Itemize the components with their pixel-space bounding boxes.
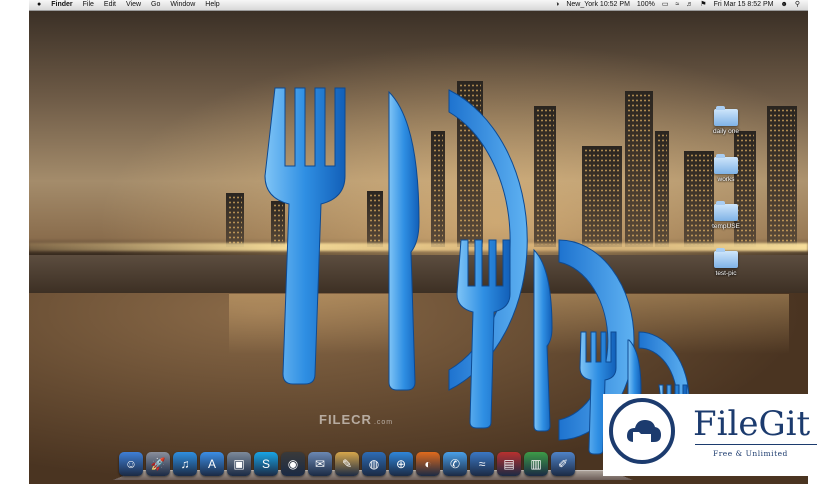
dock-stocks-icon[interactable]: ▥ <box>524 452 548 476</box>
dock: ☺ 🚀 ♫ A ▣ S ◉ ✉ ✎ ◍ ⊕ ◐ ✆ ≈ ▤ ▥ ✐ <box>113 450 633 480</box>
flag-icon[interactable]: ⚑ <box>700 0 706 10</box>
filegit-tagline: Free & Unlimited <box>713 449 788 458</box>
fork-large-icon <box>264 87 346 385</box>
filegit-name: FileGit <box>693 404 811 444</box>
knife-medium-icon <box>533 248 553 432</box>
spotlight-icon[interactable]: ⚲ <box>795 0 800 10</box>
knife-icon <box>388 90 420 391</box>
dock-pencil-app-icon[interactable]: ✎ <box>335 452 359 476</box>
menu-file[interactable]: File <box>83 0 94 10</box>
menu-bar: ● Finder File Edit View Go Window Help ◑… <box>29 0 808 11</box>
cloud-folder-icon <box>627 420 661 442</box>
user-icon[interactable]: ☻ <box>780 0 787 10</box>
menu-clock[interactable]: Fri Mar 15 8:52 PM <box>714 0 774 10</box>
dock-firefox-icon[interactable]: ◐ <box>416 452 440 476</box>
dock-mail-icon[interactable]: ✉ <box>308 452 332 476</box>
dock-icons: ☺ 🚀 ♫ A ▣ S ◉ ✉ ✎ ◍ ⊕ ◐ ✆ ≈ ▤ ▥ ✐ <box>119 452 575 476</box>
filegit-divider <box>695 444 817 445</box>
filegit-badge: FileGit Free & Unlimited <box>603 394 819 476</box>
watermark-brand: FILECR <box>319 412 372 427</box>
clock-extra-icon[interactable]: ◑ <box>555 0 559 10</box>
dock-app-store-icon[interactable]: A <box>200 452 224 476</box>
dock-messages-icon[interactable]: ✆ <box>443 452 467 476</box>
apple-menu-icon[interactable]: ● <box>37 0 41 10</box>
dock-dashboard-icon[interactable]: ◉ <box>281 452 305 476</box>
menu-view[interactable]: View <box>126 0 141 10</box>
dock-finder-icon[interactable]: ☺ <box>119 452 143 476</box>
world-clock[interactable]: New_York 10:52 PM <box>566 0 630 10</box>
dock-network-icon[interactable]: ≈ <box>470 452 494 476</box>
wifi-icon[interactable]: ≈ <box>675 0 679 10</box>
dock-preview-icon[interactable]: ▣ <box>227 452 251 476</box>
menu-app-name[interactable]: Finder <box>51 0 72 10</box>
dock-google-earth-icon[interactable]: ◍ <box>362 452 386 476</box>
dock-pdf-icon[interactable]: ▤ <box>497 452 521 476</box>
battery-icon[interactable]: ▭ <box>662 0 669 10</box>
dock-safari-icon[interactable]: ⊕ <box>389 452 413 476</box>
menu-go[interactable]: Go <box>151 0 160 10</box>
battery-status[interactable]: 100% <box>637 0 655 10</box>
dock-launchpad-icon[interactable]: 🚀 <box>146 452 170 476</box>
menu-window[interactable]: Window <box>170 0 195 10</box>
dock-skype-icon[interactable]: S <box>254 452 278 476</box>
filegit-logo <box>609 398 675 464</box>
menu-help[interactable]: Help <box>205 0 219 10</box>
filecr-watermark: FILECR .com <box>319 412 393 427</box>
watermark-suffix: .com <box>373 419 394 426</box>
menu-edit[interactable]: Edit <box>104 0 116 10</box>
dock-itunes-icon[interactable]: ♫ <box>173 452 197 476</box>
dock-xcode-icon[interactable]: ✐ <box>551 452 575 476</box>
volume-icon[interactable]: ♬ <box>686 0 693 10</box>
